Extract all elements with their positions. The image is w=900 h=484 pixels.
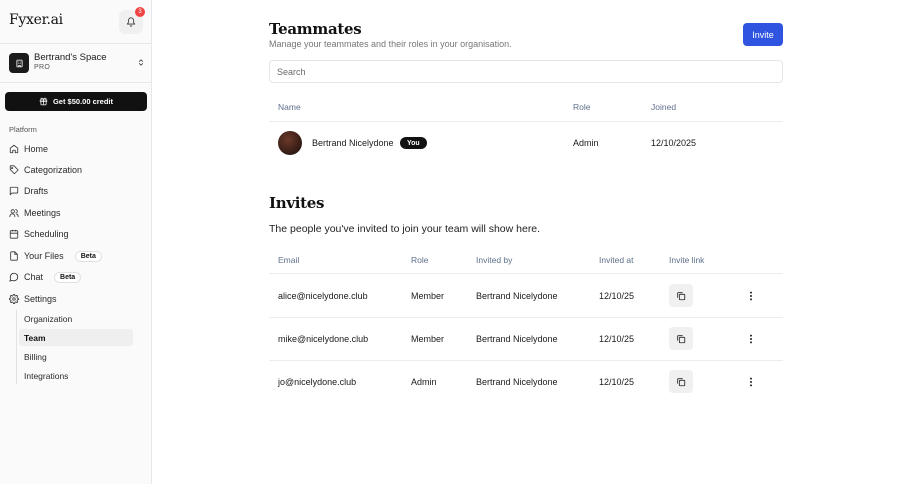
- table-divider: [269, 317, 783, 318]
- gift-icon: [39, 97, 48, 106]
- column-header-role: Role: [573, 102, 591, 112]
- divider: [0, 43, 152, 44]
- column-header-joined: Joined: [651, 102, 677, 112]
- invite-invited-at: 12/10/25: [599, 291, 635, 301]
- space-switcher[interactable]: Bertrand's Space PRO: [9, 52, 147, 74]
- invites-description: The people you've invited to join your t…: [269, 223, 541, 235]
- divider: [0, 82, 152, 83]
- invite-invited-at: 12/10/25: [599, 377, 635, 387]
- chat-bubble-icon: [9, 272, 19, 282]
- file-icon: [10, 251, 18, 261]
- invite-email: jo@nicelydone.club: [278, 377, 357, 387]
- sidebar-item-label: Chat: [24, 272, 44, 282]
- sidebar-item-home[interactable]: Home: [9, 141, 147, 157]
- sidebar-item-label: Categorization: [24, 165, 83, 175]
- teammate-role: Admin: [573, 138, 599, 148]
- copy-invite-link-button[interactable]: [669, 370, 693, 393]
- table-divider: [269, 121, 783, 122]
- search-input[interactable]: [269, 60, 783, 83]
- settings-item-team[interactable]: Team: [19, 329, 133, 346]
- more-vertical-icon: [750, 377, 752, 387]
- sidebar-item-meetings[interactable]: Meetings: [9, 205, 147, 221]
- teammate-name: Bertrand Nicelydone: [312, 138, 394, 148]
- sidebar-item-drafts[interactable]: Drafts: [9, 183, 147, 199]
- settings-item-billing[interactable]: Billing: [19, 348, 133, 365]
- sidebar: Fyxer.ai 3 Bertrand's Space PRO Get $50.…: [0, 0, 152, 484]
- section-label-platform: Platform: [9, 125, 37, 134]
- more-options-button[interactable]: [744, 288, 758, 304]
- column-header-role: Role: [411, 255, 429, 265]
- page-subtitle: Manage your teammates and their roles in…: [269, 39, 512, 49]
- page-title: Teammates: [269, 20, 362, 38]
- invite-role: Member: [411, 334, 445, 344]
- avatar: [278, 131, 302, 155]
- copy-invite-link-button[interactable]: [669, 327, 693, 350]
- sidebar-item-settings[interactable]: Settings: [9, 291, 147, 307]
- space-name: Bertrand's Space: [34, 52, 107, 63]
- tag-icon: [9, 165, 19, 175]
- settings-item-organization[interactable]: Organization: [19, 310, 133, 327]
- invite-invited-by: Bertrand Nicelydone: [476, 334, 558, 344]
- column-header-invited-at: Invited at: [599, 255, 634, 265]
- sidebar-item-scheduling[interactable]: Scheduling: [9, 226, 147, 242]
- more-vertical-icon: [750, 291, 752, 301]
- get-credit-button[interactable]: Get $50.00 credit: [5, 92, 147, 111]
- beta-badge: Beta: [54, 271, 82, 283]
- sidebar-item-label: Scheduling: [24, 229, 69, 239]
- column-header-name: Name: [278, 102, 301, 112]
- bell-icon: [126, 17, 136, 27]
- invite-button[interactable]: Invite: [743, 23, 783, 46]
- settings-item-integrations[interactable]: Integrations: [19, 367, 133, 384]
- message-square-icon: [9, 186, 19, 196]
- sidebar-item-your-files[interactable]: Your Files Beta: [9, 248, 147, 264]
- logo-text: Fyxer.ai: [9, 12, 63, 28]
- space-plan: PRO: [34, 64, 51, 71]
- you-badge: You: [400, 137, 427, 149]
- copy-invite-link-button[interactable]: [669, 284, 693, 307]
- users-icon: [9, 209, 19, 218]
- building-icon: [15, 59, 23, 67]
- sidebar-item-label: Drafts: [24, 186, 49, 196]
- calendar-icon: [9, 229, 19, 239]
- column-header-invited-by: Invited by: [476, 255, 513, 265]
- column-header-email: Email: [278, 255, 300, 265]
- home-icon: [9, 144, 19, 154]
- table-divider: [269, 360, 783, 361]
- invite-invited-by: Bertrand Nicelydone: [476, 291, 558, 301]
- invite-invited-by: Bertrand Nicelydone: [476, 377, 558, 387]
- invite-role: Admin: [411, 377, 437, 387]
- copy-icon: [677, 291, 686, 300]
- invites-title: Invites: [269, 194, 325, 212]
- sidebar-item-label: Settings: [24, 294, 57, 304]
- sidebar-item-chat[interactable]: Chat Beta: [9, 269, 147, 285]
- more-vertical-icon: [750, 334, 752, 344]
- sidebar-item-label: Home: [24, 144, 49, 154]
- get-credit-label: Get $50.00 credit: [52, 97, 114, 106]
- sidebar-item-label: Your Files: [24, 251, 64, 261]
- chevrons-up-down-icon: [138, 59, 144, 66]
- copy-icon: [677, 377, 686, 386]
- settings-sub-rail: [16, 310, 17, 384]
- more-options-button[interactable]: [744, 331, 758, 347]
- invite-role: Member: [411, 291, 445, 301]
- sidebar-item-categorization[interactable]: Categorization: [9, 162, 147, 178]
- invite-email: alice@nicelydone.club: [278, 291, 368, 301]
- more-options-button[interactable]: [744, 374, 758, 390]
- teammate-joined: 12/10/2025: [651, 138, 697, 148]
- beta-badge: Beta: [74, 250, 102, 262]
- gear-icon: [9, 294, 19, 304]
- notification-count-badge: 3: [135, 7, 145, 17]
- space-icon: [9, 53, 29, 73]
- invite-email: mike@nicelydone.club: [278, 334, 369, 344]
- table-divider: [269, 273, 783, 274]
- copy-icon: [677, 334, 686, 343]
- invite-invited-at: 12/10/25: [599, 334, 635, 344]
- column-header-invite-link: Invite link: [669, 255, 705, 265]
- sidebar-item-label: Meetings: [24, 208, 61, 218]
